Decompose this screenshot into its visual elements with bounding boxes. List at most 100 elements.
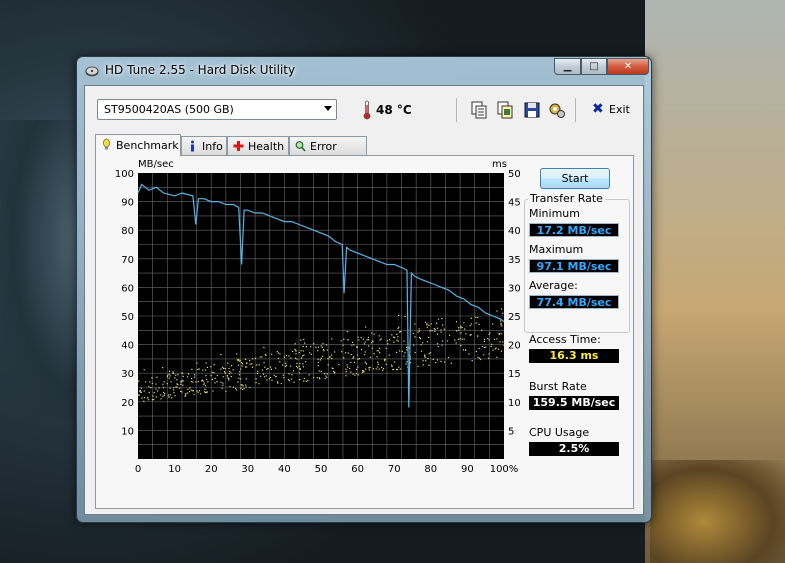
access-time-point xyxy=(299,363,301,365)
tab-error-scan[interactable]: Error Scan xyxy=(289,136,367,166)
access-time-point xyxy=(298,352,300,354)
access-time-point xyxy=(292,350,294,353)
access-time-point xyxy=(184,394,187,396)
access-time-point xyxy=(267,368,269,370)
access-time-point xyxy=(317,350,319,352)
access-time-point xyxy=(220,368,222,370)
tab-label: Health xyxy=(248,140,285,153)
access-time-point xyxy=(152,395,154,397)
average-value: 77.4 MB/sec xyxy=(529,295,619,309)
access-time-point xyxy=(158,387,160,389)
cpu-usage-label: CPU Usage xyxy=(529,426,590,439)
access-time-point xyxy=(282,364,284,366)
access-time-point xyxy=(160,398,162,400)
access-time-point xyxy=(232,369,234,371)
access-time-point xyxy=(365,326,367,328)
access-time-point xyxy=(175,386,177,388)
access-time-point xyxy=(378,335,380,337)
access-time-point xyxy=(143,400,145,402)
tab-health[interactable]: Health xyxy=(227,136,289,155)
close-button[interactable]: ✕ xyxy=(607,58,649,75)
access-time-point xyxy=(150,387,152,389)
access-time-point xyxy=(220,354,222,356)
access-time-point xyxy=(191,368,193,370)
access-time-point xyxy=(319,378,321,380)
toolbar-separator xyxy=(575,98,576,122)
save-icon[interactable] xyxy=(522,100,542,120)
access-time-point xyxy=(483,354,485,356)
access-time-point xyxy=(228,378,230,380)
access-time-point xyxy=(345,352,347,354)
access-time-point xyxy=(501,308,503,310)
y-tick-label-left: 70 xyxy=(121,255,134,266)
y-tick-label-right: 5 xyxy=(508,426,514,437)
access-time-point xyxy=(358,339,360,341)
access-time-point xyxy=(347,366,349,368)
access-time-point xyxy=(189,391,191,393)
access-time-point xyxy=(283,356,285,358)
access-time-point xyxy=(446,340,449,342)
access-time-point xyxy=(269,366,272,368)
maximize-button[interactable]: □ xyxy=(581,58,607,75)
access-time-point xyxy=(237,364,240,366)
access-time-point xyxy=(305,361,307,363)
access-time-point xyxy=(190,389,192,391)
maximum-value: 97.1 MB/sec xyxy=(529,259,619,273)
access-time-point xyxy=(502,312,504,314)
access-time-point xyxy=(216,374,218,377)
access-time-point xyxy=(353,356,355,358)
tab-label: Info xyxy=(202,140,223,153)
minimize-button[interactable]: ▁ xyxy=(554,58,581,75)
access-time-point xyxy=(197,381,199,383)
copy-text-icon[interactable] xyxy=(469,100,489,120)
access-time-point xyxy=(270,368,272,370)
access-time-point xyxy=(443,361,446,363)
access-time-point xyxy=(426,326,428,328)
access-time-point xyxy=(310,353,312,355)
exit-button[interactable]: ✖ Exit xyxy=(592,100,632,120)
access-time-point xyxy=(187,392,189,394)
options-icon[interactable] xyxy=(547,100,567,120)
access-time-point xyxy=(403,355,405,357)
access-time-point xyxy=(351,341,354,343)
drive-select[interactable]: ST9500420AS (500 GB) xyxy=(97,99,337,120)
access-time-point xyxy=(478,323,480,325)
y-tick-label-left: 50 xyxy=(121,312,134,323)
access-time-point xyxy=(138,380,140,382)
tab-info[interactable]: Info xyxy=(181,136,227,155)
access-time-point xyxy=(251,366,254,368)
y-tick-label-right: 15 xyxy=(508,369,520,380)
start-button[interactable]: Start xyxy=(540,168,610,189)
access-time-point xyxy=(387,343,389,345)
access-time-point xyxy=(470,334,472,336)
tab-benchmark[interactable]: Benchmark xyxy=(95,134,181,156)
access-time-point xyxy=(167,374,169,377)
access-time-point xyxy=(258,383,260,385)
exit-label: Exit xyxy=(609,103,630,116)
access-time-point xyxy=(175,374,177,376)
access-time-point xyxy=(238,377,240,379)
access-time-point xyxy=(264,366,266,368)
access-time-point xyxy=(358,358,360,360)
title-bar[interactable]: HD Tune 2.55 - Hard Disk Utility ▁ □ ✕ xyxy=(77,57,651,85)
access-time-point xyxy=(347,352,349,354)
access-time-point xyxy=(469,325,471,327)
access-time-point xyxy=(214,382,216,384)
access-time-point xyxy=(300,350,302,352)
access-time-point xyxy=(201,379,203,381)
access-time-point xyxy=(372,368,375,370)
access-time-point xyxy=(406,346,408,348)
access-time-point xyxy=(496,310,498,312)
access-time-point xyxy=(395,368,398,371)
access-time-point xyxy=(271,353,273,355)
access-time-point xyxy=(187,388,189,390)
access-time-point xyxy=(238,374,241,376)
access-time-point xyxy=(432,358,434,361)
access-time-point xyxy=(180,383,182,385)
access-time-point xyxy=(212,390,214,392)
access-time-point xyxy=(483,338,485,340)
access-time-point xyxy=(326,373,328,375)
copy-info-icon[interactable] xyxy=(495,100,515,120)
access-time-point xyxy=(299,368,302,370)
access-time-point xyxy=(459,338,461,340)
